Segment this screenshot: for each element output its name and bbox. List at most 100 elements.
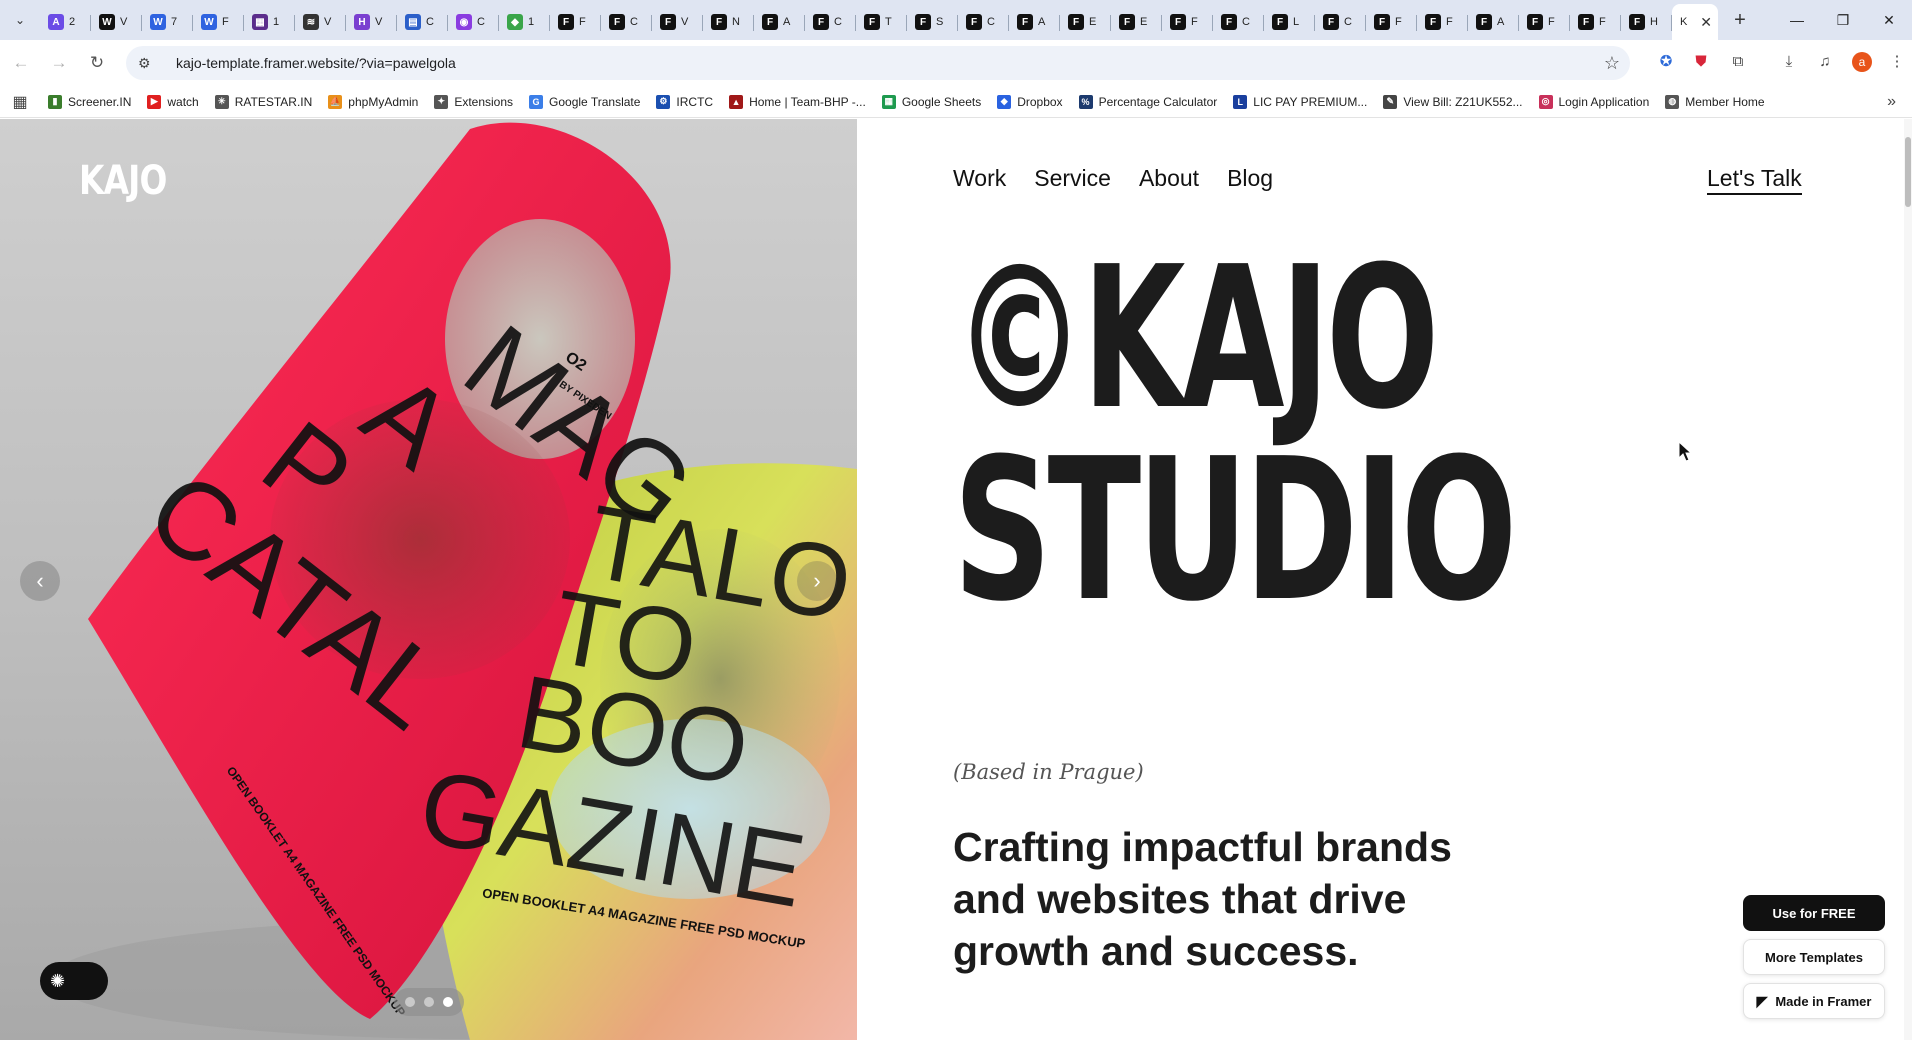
browser-tab[interactable]: FF [1519,6,1570,38]
more-templates-button[interactable]: More Templates [1743,939,1885,975]
browser-tab[interactable]: FF [1162,6,1213,38]
slider-dot[interactable] [424,997,434,1007]
browser-tab[interactable]: ◉ C [448,6,499,38]
browser-tab[interactable]: W7 [142,6,193,38]
theme-toggle[interactable]: ✺ [40,962,108,1000]
browser-tab[interactable]: FE [1060,6,1111,38]
bookmark-item[interactable]: ⚙ IRCTC [648,88,721,116]
bookmark-item[interactable]: G Google Translate [521,88,648,116]
browser-tab[interactable]: FA [1468,6,1519,38]
browser-tab[interactable]: ≋ V [295,6,346,38]
browser-tab[interactable]: FC [1213,6,1264,38]
tab-title: S [936,16,944,28]
tab-title: C [1242,16,1250,28]
back-button[interactable]: ← [4,46,38,80]
site-logo[interactable]: KAJO [79,158,167,204]
browser-tab[interactable]: FS [907,6,958,38]
downloads-icon[interactable]: ⤓ [1778,50,1800,72]
tab-title: L [1293,16,1300,28]
close-window-button[interactable]: ✕ [1866,0,1912,40]
bookmark-favicon-icon: ⚙ [656,94,671,109]
lets-talk-link[interactable]: Let's Talk [1707,165,1802,195]
nav-link-service[interactable]: Service [1034,165,1111,192]
slider-dot[interactable] [405,997,415,1007]
browser-tab[interactable]: ▤ C [397,6,448,38]
slider-next-button[interactable]: › [797,561,837,601]
tab-title: F [1395,16,1402,28]
browser-menu-icon[interactable]: ⋮ [1886,50,1908,72]
browser-tab[interactable]: FE [1111,6,1162,38]
browser-tab[interactable]: HV [346,6,397,38]
slider-dot[interactable] [443,997,453,1007]
browser-tab[interactable]: ◆ 1 [499,6,550,38]
address-bar[interactable]: ⚙ kajo-template.framer.website/?via=pawe… [126,46,1630,80]
forward-button[interactable]: → [42,46,76,80]
framer-icon: F [813,14,829,30]
browser-tab[interactable]: WF [193,6,244,38]
browser-tab[interactable]: FV [652,6,703,38]
bookmark-item[interactable]: ◍ Member Home [1657,88,1772,116]
tab-title: K [1680,16,1688,28]
made-in-framer-badge[interactable]: ◤ Made in Framer [1743,983,1885,1019]
active-tab[interactable]: K ✕ [1672,4,1718,40]
restore-button[interactable]: ❐ [1820,0,1866,40]
nav-link-blog[interactable]: Blog [1227,165,1273,192]
bookmark-item[interactable]: ▲ Home | Team-BHP -... [721,88,874,116]
use-for-free-button[interactable]: Use for FREE [1743,895,1885,931]
nav-link-work[interactable]: Work [953,165,1006,192]
browser-tab[interactable]: FF [1570,6,1621,38]
tab-title: E [1140,16,1148,28]
browser-tab[interactable]: A2 [40,6,91,38]
bookmark-item[interactable]: % Percentage Calculator [1071,88,1226,116]
site-info-icon[interactable]: ⚙ [138,55,158,72]
tab-search-icon[interactable]: ⌄ [0,0,40,40]
browser-tab[interactable]: FC [958,6,1009,38]
framer-icon: F [609,14,625,30]
profile-avatar[interactable]: a [1852,52,1872,72]
bookmark-item[interactable]: ▦ Google Sheets [874,88,989,116]
bookmark-item[interactable]: ✎ View Bill: Z21UK552... [1375,88,1530,116]
bookmark-item[interactable]: ✦ Extensions [426,88,521,116]
browser-tab[interactable]: ▦ 1 [244,6,295,38]
framer-icon: F [864,14,880,30]
browser-tab[interactable]: FC [1315,6,1366,38]
browser-tab[interactable]: FC [805,6,856,38]
browser-tab[interactable]: FC [601,6,652,38]
reload-button[interactable]: ↻ [80,46,114,80]
browser-tab[interactable]: WV [91,6,142,38]
extension-shield-icon[interactable]: ⛊ [1690,50,1712,72]
browser-tab[interactable]: FA [1009,6,1060,38]
made-in-framer-label: Made in Framer [1775,993,1872,1009]
scrollbar-thumb[interactable] [1905,137,1911,207]
browser-tab[interactable]: FA [754,6,805,38]
extensions-puzzle-icon[interactable]: ⧉ [1727,50,1749,72]
apps-grid-icon[interactable]: ▦ [0,92,40,112]
nav-link-about[interactable]: About [1139,165,1199,192]
tab-icon-w1: W [150,14,166,30]
url-text[interactable]: kajo-template.framer.website/?via=pawelg… [176,55,456,71]
browser-tab[interactable]: FN [703,6,754,38]
browser-tab[interactable]: FF [550,6,601,38]
bookmark-star-icon[interactable]: ☆ [1604,53,1620,74]
page-scrollbar[interactable] [1904,119,1912,1040]
close-tab-icon[interactable]: ✕ [1700,14,1712,31]
bookmark-item[interactable]: ⛵ phpMyAdmin [320,88,426,116]
bookmark-item[interactable]: L LIC PAY PREMIUM... [1225,88,1375,116]
more-bookmarks-icon[interactable]: » [1887,93,1896,111]
slider-prev-button[interactable]: ‹ [20,561,60,601]
new-tab-button[interactable]: + [1722,2,1758,38]
browser-tab[interactable]: FH [1621,6,1672,38]
minimize-button[interactable]: — [1774,0,1820,40]
bookmark-item[interactable]: ▮ Screener.IN [40,88,139,116]
extension-globe-icon[interactable]: ✪ [1655,50,1677,72]
bookmark-item[interactable]: ◆ Dropbox [989,88,1070,116]
browser-tab[interactable]: FF [1366,6,1417,38]
browser-tab[interactable]: FT [856,6,907,38]
browser-tab[interactable]: FL [1264,6,1315,38]
bookmark-item[interactable]: ✳ RATESTAR.IN [207,88,321,116]
media-control-icon[interactable]: ♫ [1814,50,1836,72]
browser-tab[interactable]: FF [1417,6,1468,38]
framer-icon: F [660,14,676,30]
bookmark-item[interactable]: ▶ watch [139,88,206,116]
bookmark-item[interactable]: ◎ Login Application [1531,88,1658,116]
